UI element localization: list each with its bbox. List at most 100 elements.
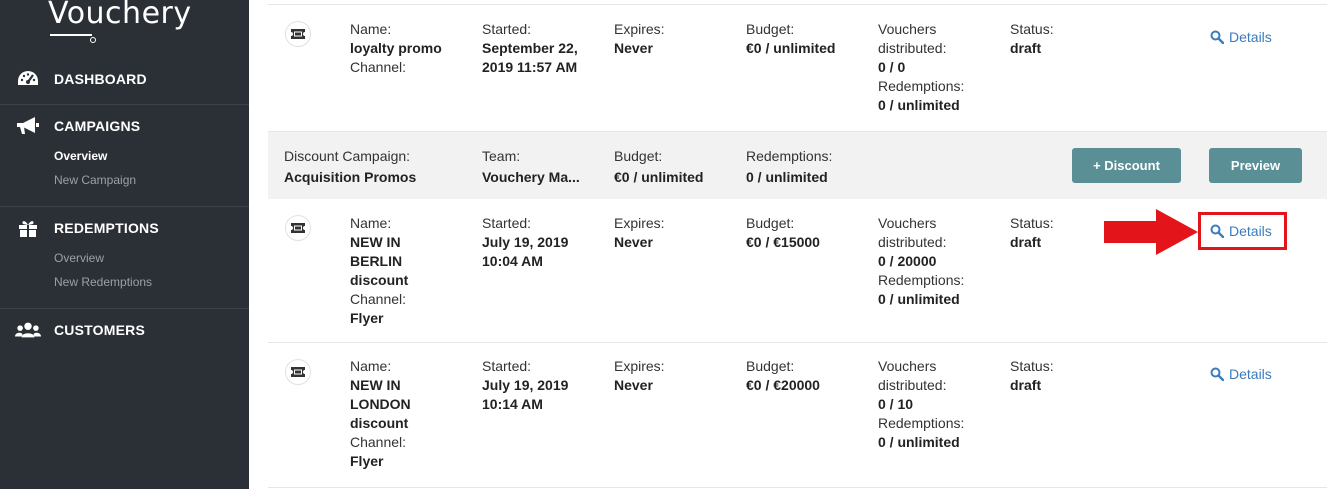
started-cell: Started: July 19, 2019 10:04 AM: [482, 214, 607, 271]
sidebar-item-dashboard[interactable]: DASHBOARD: [0, 67, 249, 91]
redemptions-label: Redemptions:: [878, 415, 965, 431]
campaign-budget-cell: Budget: €0 / unlimited: [614, 147, 703, 187]
preview-button[interactable]: Preview: [1209, 148, 1302, 183]
status-cell: Status: draft: [1010, 20, 1054, 58]
name-value-line: NEW IN: [350, 234, 401, 250]
expires-cell: Expires: Never: [614, 357, 665, 395]
campaign-type-cell: Discount Campaign: Acquisition Promos: [284, 147, 416, 187]
budget-value: €0 / €20000: [746, 377, 820, 393]
started-cell: Started: September 22, 2019 11:57 AM: [482, 20, 607, 77]
name-label: Name:: [350, 358, 392, 374]
redemptions-value: 0 / unlimited: [878, 434, 960, 450]
budget-cell: Budget: €0 / €20000: [746, 357, 820, 395]
campaign-team-cell: Team: Vouchery Ma...: [482, 147, 580, 187]
status-label: Status:: [1010, 358, 1054, 374]
sidebar-item-label: CAMPAIGNS: [54, 118, 141, 134]
sidebar-item-campaigns[interactable]: CAMPAIGNS: [0, 114, 249, 138]
users-icon: [15, 319, 41, 341]
started-label: Started:: [482, 21, 532, 37]
logo[interactable]: Vouchery: [48, 0, 192, 31]
budget-label: Budget:: [746, 21, 795, 37]
divider: [0, 308, 249, 309]
vouchers-cell: Vouchers distributed: 0 / 10 Redemptions…: [878, 357, 964, 452]
add-discount-button[interactable]: + Discount: [1072, 148, 1181, 183]
sidebar-item-customers[interactable]: CUSTOMERS: [0, 318, 249, 342]
search-icon: [1210, 30, 1224, 44]
voucher-row: Name: NEW IN LONDON discount Channel: Fl…: [268, 343, 1327, 488]
divider: [0, 206, 249, 207]
redemptions-label: Redemptions:: [878, 78, 965, 94]
name-label: Name:: [350, 21, 392, 37]
budget-value: €0 / €15000: [746, 234, 820, 250]
voucher-name: Name: NEW IN LONDON discount Channel: Fl…: [350, 357, 470, 471]
sidebar-item-redemptions[interactable]: REDEMPTIONS: [0, 216, 249, 240]
budget-value: €0 / unlimited: [746, 40, 836, 56]
status-cell: Status: draft: [1010, 214, 1054, 252]
annotation-arrow-icon: [1104, 209, 1198, 255]
budget-cell: Budget: €0 / unlimited: [746, 20, 835, 58]
sidebar-item-label: DASHBOARD: [54, 71, 147, 87]
expires-value: Never: [614, 377, 653, 393]
vouchers-label: Vouchers: [878, 358, 937, 374]
started-label: Started:: [482, 358, 532, 374]
campaign-redemptions-cell: Redemptions: 0 / unlimited: [746, 147, 832, 187]
redemptions-label: Redemptions:: [878, 272, 965, 288]
started-label: Started:: [482, 215, 532, 231]
budget-label: Budget:: [746, 358, 795, 374]
status-value: draft: [1010, 234, 1042, 250]
app: Vouchery DASHBOARD CAMPAIGNS Overview Ne…: [0, 0, 1340, 489]
voucher-row: Name: loyalty promo Channel: Started: Se…: [268, 5, 1327, 132]
ticket-icon: [285, 215, 311, 241]
sidebar-subitem-redemptions-overview[interactable]: Overview: [54, 251, 104, 265]
distributed-label: distributed:: [878, 234, 947, 250]
expires-value: Never: [614, 40, 653, 56]
name-value-line: BERLIN: [350, 253, 403, 269]
vouchers-label: Vouchers: [878, 215, 937, 231]
budget-cell: Budget: €0 / €15000: [746, 214, 820, 252]
redemptions-value: 0 / unlimited: [746, 169, 828, 185]
status-value: draft: [1010, 377, 1042, 393]
details-link[interactable]: Details: [1210, 366, 1272, 382]
sidebar: Vouchery DASHBOARD CAMPAIGNS Overview Ne…: [0, 0, 249, 489]
budget-value: €0 / unlimited: [614, 169, 704, 185]
started-value-line: 10:04 AM: [482, 253, 543, 269]
redemptions-value: 0 / unlimited: [878, 291, 960, 307]
expires-cell: Expires: Never: [614, 214, 665, 252]
search-icon: [1210, 367, 1224, 381]
megaphone-icon: [15, 115, 41, 137]
name-value-line: discount: [350, 272, 409, 288]
started-value-line: 2019 11:57 AM: [482, 59, 578, 75]
name-label: Name:: [350, 215, 392, 231]
logo-underline: [50, 34, 92, 36]
vouchers-label: Vouchers: [878, 21, 937, 37]
team-value: Vouchery Ma...: [482, 169, 580, 185]
gift-icon: [15, 217, 41, 239]
channel-label: Channel:: [350, 59, 407, 75]
sidebar-subitem-new-campaign[interactable]: New Campaign: [54, 173, 136, 187]
name-value-line: LONDON: [350, 396, 411, 412]
sidebar-subitem-new-redemptions[interactable]: New Redemptions: [54, 275, 152, 289]
expires-cell: Expires: Never: [614, 20, 665, 58]
name-value-line: discount: [350, 415, 409, 431]
campaign-type-label: Discount Campaign:: [284, 148, 411, 164]
budget-label: Budget:: [614, 148, 663, 164]
sidebar-item-label: CUSTOMERS: [54, 322, 145, 338]
name-value-line: NEW IN: [350, 377, 401, 393]
logo-dot: [90, 37, 96, 43]
details-link[interactable]: Details: [1210, 29, 1272, 45]
started-value-line: July 19, 2019: [482, 234, 569, 250]
details-label: Details: [1229, 366, 1272, 382]
status-label: Status:: [1010, 215, 1054, 231]
distributed-value: 0 / 20000: [878, 253, 937, 269]
vouchers-cell: Vouchers distributed: 0 / 0 Redemptions:…: [878, 20, 964, 115]
status-label: Status:: [1010, 21, 1054, 37]
distributed-label: distributed:: [878, 377, 947, 393]
distributed-value: 0 / 10: [878, 396, 914, 412]
channel-value: Flyer: [350, 453, 384, 469]
distributed-value: 0 / 0: [878, 59, 906, 75]
channel-value: Flyer: [350, 310, 384, 326]
sidebar-subitem-campaigns-overview[interactable]: Overview: [54, 149, 107, 163]
voucher-name: Name: NEW IN BERLIN discount Channel: Fl…: [350, 214, 470, 328]
status-cell: Status: draft: [1010, 357, 1054, 395]
budget-label: Budget:: [746, 215, 795, 231]
